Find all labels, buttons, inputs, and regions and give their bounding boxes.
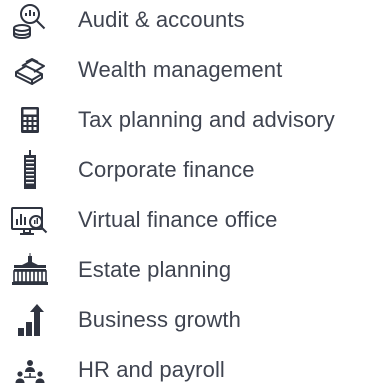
calculator-icon bbox=[10, 100, 50, 140]
service-item-tax-planning[interactable]: Tax planning and advisory bbox=[0, 100, 391, 140]
skyscraper-icon bbox=[10, 150, 50, 190]
monitor-chart-icon bbox=[10, 200, 50, 240]
service-label: Estate planning bbox=[78, 257, 232, 282]
service-label: Audit & accounts bbox=[78, 7, 245, 32]
service-label: Wealth management bbox=[78, 57, 283, 82]
service-item-corporate-finance[interactable]: Corporate finance bbox=[0, 150, 391, 190]
service-label: Business growth bbox=[78, 307, 241, 332]
service-label: HR and payroll bbox=[78, 357, 225, 382]
magnifier-coins-icon bbox=[10, 0, 50, 40]
services-list: Audit & accounts Wealth management Tax p… bbox=[0, 0, 391, 392]
gold-bars-icon bbox=[10, 50, 50, 90]
mansion-icon bbox=[10, 250, 50, 290]
service-item-business-growth[interactable]: Business growth bbox=[0, 300, 391, 340]
service-item-virtual-finance-office[interactable]: Virtual finance office bbox=[0, 200, 391, 240]
service-label: Tax planning and advisory bbox=[78, 107, 335, 132]
service-item-hr-payroll[interactable]: HR and payroll bbox=[0, 350, 391, 390]
people-group-icon bbox=[10, 350, 50, 390]
service-label: Corporate finance bbox=[78, 157, 255, 182]
service-item-audit-accounts[interactable]: Audit & accounts bbox=[0, 0, 391, 40]
service-item-wealth-management[interactable]: Wealth management bbox=[0, 50, 391, 90]
service-item-estate-planning[interactable]: Estate planning bbox=[0, 250, 391, 290]
growth-bars-icon bbox=[10, 300, 50, 340]
service-label: Virtual finance office bbox=[78, 207, 278, 232]
